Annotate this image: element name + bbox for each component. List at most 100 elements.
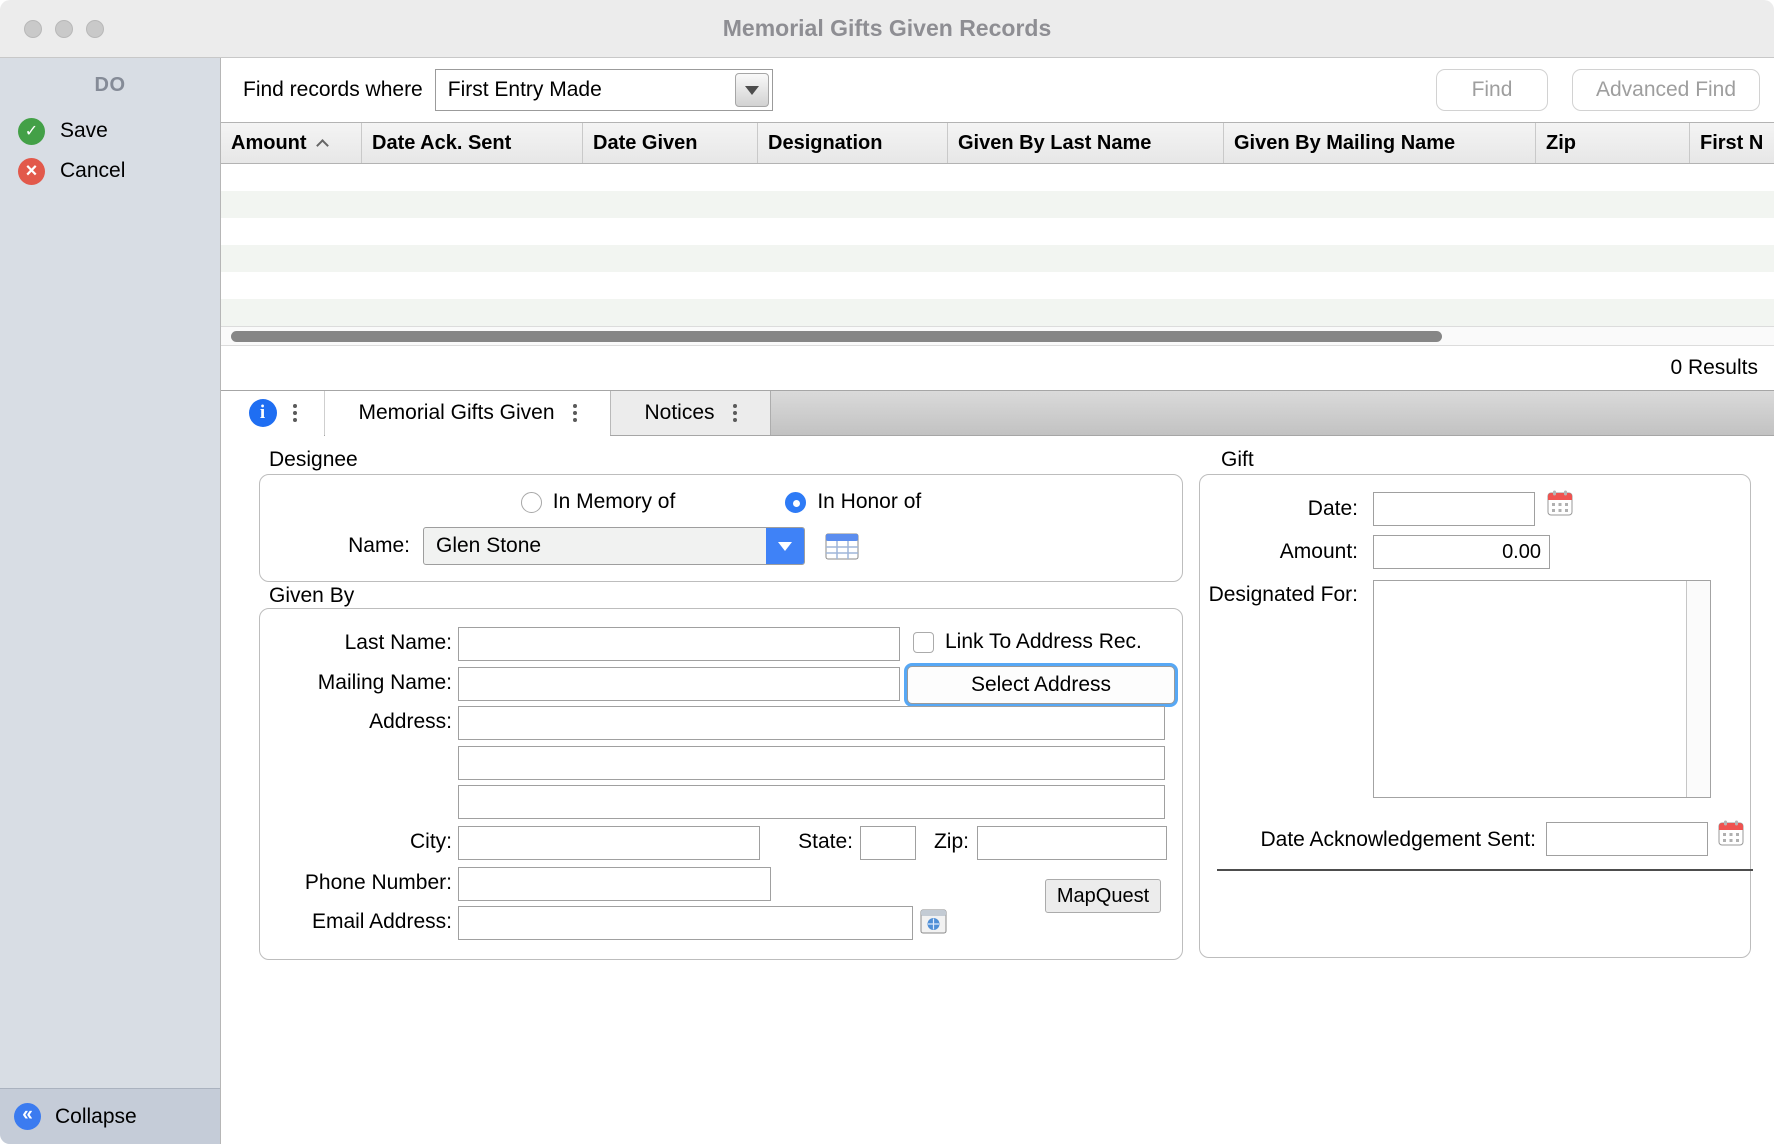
- cancel-button[interactable]: × Cancel: [0, 151, 220, 191]
- table-row: [221, 299, 1774, 326]
- vertical-dots-icon[interactable]: [733, 404, 737, 422]
- sidebar: DO ✓ Save × Cancel « Collapse: [0, 58, 220, 1144]
- column-header-first-name[interactable]: First N: [1690, 123, 1774, 163]
- designated-for-scrollbar[interactable]: [1686, 581, 1710, 797]
- find-field-dropdown-value: First Entry Made: [436, 70, 732, 110]
- collapse-button[interactable]: « Collapse: [0, 1088, 220, 1144]
- in-memory-of-label: In Memory of: [553, 490, 676, 514]
- tab-bar-lead: i: [221, 391, 325, 435]
- find-field-dropdown-button[interactable]: [735, 73, 769, 107]
- window-title: Memorial Gifts Given Records: [723, 15, 1051, 42]
- gift-divider-line: [1217, 869, 1753, 871]
- gift-date-label: Date:: [1200, 496, 1358, 522]
- phone-number-input[interactable]: [458, 867, 771, 901]
- column-header-given-by-last-name[interactable]: Given By Last Name: [948, 123, 1224, 163]
- minimize-window-button[interactable]: [55, 20, 73, 38]
- results-table-header: Amount Date Ack. Sent Date Given Designa…: [221, 122, 1774, 164]
- radio-selected-icon: [785, 492, 806, 513]
- column-label: First N: [1700, 132, 1763, 155]
- mailing-name-input[interactable]: [458, 667, 900, 701]
- column-label: Given By Last Name: [958, 132, 1151, 155]
- select-address-button[interactable]: Select Address: [907, 666, 1175, 704]
- column-header-given-by-mailing-name[interactable]: Given By Mailing Name: [1224, 123, 1536, 163]
- column-header-designation[interactable]: Designation: [758, 123, 948, 163]
- calendar-icon: [1717, 819, 1745, 847]
- designated-for-textarea[interactable]: [1374, 581, 1710, 797]
- info-icon[interactable]: i: [249, 399, 277, 427]
- designee-section-label: Designee: [269, 448, 358, 472]
- web-page-icon: [920, 909, 947, 934]
- column-header-amount[interactable]: Amount: [221, 123, 362, 163]
- last-name-input[interactable]: [458, 627, 900, 661]
- address-line3-input[interactable]: [458, 785, 1165, 819]
- given-by-groupbox: Last Name: Link To Address Rec. Mailing …: [259, 608, 1183, 960]
- tab-label: Notices: [644, 401, 714, 425]
- designee-name-dropdown-button[interactable]: [766, 528, 804, 564]
- gift-date-calendar-button[interactable]: [1546, 489, 1574, 517]
- table-row: [221, 272, 1774, 299]
- sidebar-header: DO: [0, 74, 220, 97]
- horizontal-scrollbar-track[interactable]: [221, 326, 1774, 346]
- zoom-window-button[interactable]: [86, 20, 104, 38]
- find-field-dropdown[interactable]: First Entry Made: [435, 69, 773, 111]
- date-acknowledgement-sent-input[interactable]: [1546, 822, 1708, 856]
- date-acknowledgement-sent-label: Date Acknowledgement Sent:: [1200, 827, 1536, 853]
- address-line2-input[interactable]: [458, 746, 1165, 780]
- close-window-button[interactable]: [24, 20, 42, 38]
- vertical-dots-icon[interactable]: [293, 404, 297, 422]
- table-grid-icon: [825, 533, 859, 560]
- results-table-body: [221, 164, 1774, 326]
- gift-date-input[interactable]: [1373, 492, 1535, 526]
- address-line1-input[interactable]: [458, 706, 1165, 740]
- in-honor-of-radio[interactable]: In Honor of: [785, 490, 921, 514]
- mailing-name-label: Mailing Name:: [260, 671, 452, 695]
- find-bar: Find records where First Entry Made Find…: [221, 58, 1774, 122]
- chevron-down-icon: [778, 542, 792, 551]
- save-button[interactable]: ✓ Save: [0, 111, 220, 151]
- column-header-date-ack-sent[interactable]: Date Ack. Sent: [362, 123, 583, 163]
- vertical-dots-icon[interactable]: [573, 404, 577, 422]
- horizontal-scrollbar-thumb[interactable]: [231, 331, 1442, 342]
- email-address-input[interactable]: [458, 906, 913, 940]
- chevron-down-icon: [745, 86, 759, 95]
- column-label: Zip: [1546, 132, 1576, 155]
- advanced-find-button[interactable]: Advanced Find: [1572, 69, 1760, 111]
- designee-name-row: Name: Glen Stone: [260, 527, 1182, 565]
- designated-for-field: [1373, 580, 1711, 798]
- open-web-browser-button[interactable]: [920, 909, 947, 934]
- date-ack-calendar-button[interactable]: [1717, 819, 1745, 847]
- window-controls: [24, 20, 104, 38]
- save-check-icon: ✓: [18, 118, 45, 145]
- collapse-label: Collapse: [55, 1105, 137, 1129]
- in-honor-of-label: In Honor of: [817, 490, 921, 514]
- find-button[interactable]: Find: [1436, 69, 1548, 111]
- phone-number-label: Phone Number:: [260, 871, 452, 895]
- designee-name-value[interactable]: Glen Stone: [424, 528, 766, 564]
- gift-amount-label: Amount:: [1200, 539, 1358, 565]
- collapse-chevrons-icon: «: [14, 1103, 41, 1130]
- tab-bar: i Memorial Gifts Given Notices: [221, 390, 1774, 436]
- zip-input[interactable]: [977, 826, 1167, 860]
- column-header-zip[interactable]: Zip: [1536, 123, 1690, 163]
- in-memory-of-radio[interactable]: In Memory of: [521, 490, 676, 514]
- gift-section-label: Gift: [1221, 448, 1254, 472]
- mapquest-button[interactable]: MapQuest: [1045, 879, 1161, 913]
- tab-label: Memorial Gifts Given: [358, 401, 554, 425]
- link-to-address-row: Link To Address Rec.: [913, 630, 1142, 654]
- gift-amount-input[interactable]: [1373, 535, 1550, 569]
- calendar-icon: [1546, 489, 1574, 517]
- zip-label: Zip:: [809, 830, 969, 854]
- results-count-row: 0 Results: [221, 346, 1774, 390]
- link-to-address-checkbox[interactable]: [913, 632, 934, 653]
- tab-memorial-gifts-given[interactable]: Memorial Gifts Given: [325, 391, 611, 435]
- designee-radio-row: In Memory of In Honor of: [260, 490, 1182, 514]
- sort-ascending-icon: [316, 139, 329, 152]
- column-header-date-given[interactable]: Date Given: [583, 123, 758, 163]
- designee-groupbox: In Memory of In Honor of Name: Glen Ston…: [259, 474, 1183, 582]
- column-label: Amount: [231, 132, 307, 155]
- tab-notices[interactable]: Notices: [611, 391, 771, 435]
- cancel-x-icon: ×: [18, 158, 45, 185]
- app-body: DO ✓ Save × Cancel « Collapse Find recor…: [0, 58, 1774, 1144]
- name-lookup-table-button[interactable]: [825, 533, 859, 560]
- designee-name-combo[interactable]: Glen Stone: [423, 527, 805, 565]
